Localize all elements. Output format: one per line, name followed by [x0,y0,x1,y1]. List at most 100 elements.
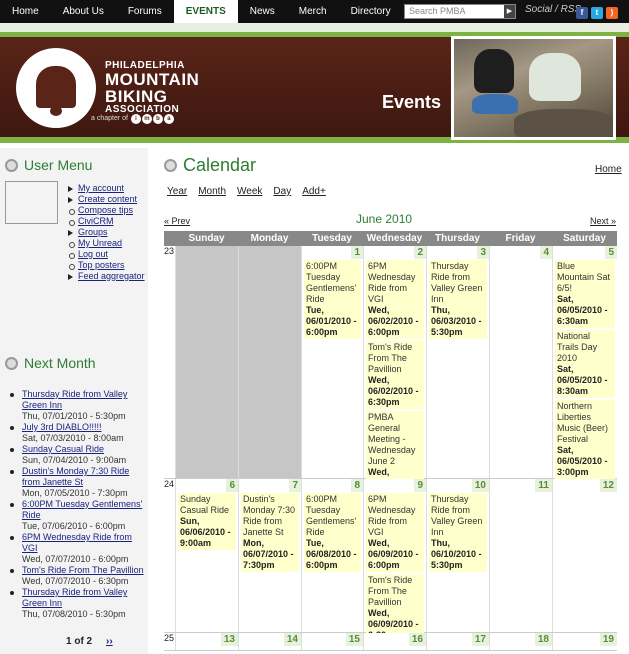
day-number[interactable]: 2 [414,246,426,259]
day-number[interactable]: 3 [477,246,489,259]
event-title[interactable]: 6PM Wednesday Ride from VGI [368,261,422,305]
calendar-event[interactable]: 6PM Wednesday Ride from VGI Wed, 06/02/20… [366,260,424,339]
user-menu-link[interactable]: Log out [78,249,108,259]
user-menu-link[interactable]: Compose tips [78,205,133,215]
event-title[interactable]: 6PM Wednesday Ride from VGI [368,494,422,538]
nav-home[interactable]: Home [0,0,51,23]
calendar-event[interactable]: Sunday Casual Ride Sun, 06/06/2010 - 9:00… [178,493,236,550]
day-cell[interactable] [238,246,301,478]
day-number[interactable]: 5 [605,246,617,259]
user-avatar-image[interactable] [5,181,58,224]
user-menu-item[interactable]: My account [68,183,146,194]
liberty-bell-logo-icon[interactable] [16,48,96,128]
user-menu-link[interactable]: My account [78,183,124,193]
view-week-link[interactable]: Week [237,186,262,197]
day-number[interactable]: 9 [414,479,426,492]
event-title[interactable]: Tom's Ride From The Pavillion [368,342,422,375]
calendar-event[interactable]: 6PM Wednesday Ride from VGI Wed, 06/09/20… [366,493,424,572]
user-menu-link[interactable]: Top posters [78,260,125,270]
user-menu-item[interactable]: Feed aggregator [68,271,146,282]
twitter-icon[interactable]: t [591,7,603,19]
event-title[interactable]: Thursday Ride from Valley Green Inn [431,494,485,538]
prev-month-link[interactable]: « Prev [164,216,190,226]
user-menu-link[interactable]: My Unread [78,238,122,248]
calendar-event[interactable]: Northern Liberties Music (Beer) Festival… [555,400,615,479]
calendar-event[interactable]: Dustin's Monday 7:30 Ride from Janette S… [241,493,299,572]
day-number[interactable]: 7 [289,479,301,492]
user-menu-item[interactable]: Groups [68,227,146,238]
add-event-link[interactable]: Add+ [302,186,326,197]
event-title[interactable]: 6:00PM Tuesday Gentlemens' Ride [306,261,359,305]
day-number[interactable]: 11 [535,479,552,492]
org-name[interactable]: PHILADELPHIA MOUNTAIN BIKING ASSOCIATION [105,61,199,115]
user-menu-item[interactable]: Top posters [68,260,146,271]
event-title[interactable]: Blue Mountain Sat 6/5! [557,261,613,294]
facebook-icon[interactable]: f [576,7,588,19]
day-number[interactable]: 1 [351,246,363,259]
view-month-link[interactable]: Month [198,186,226,197]
day-cell[interactable]: 4 [489,246,552,478]
event-title[interactable]: Tom's Ride From The Pavillion [368,575,422,608]
day-cell[interactable]: 3 Thursday Ride from Valley Green Inn Thu,… [426,246,489,478]
event-link[interactable]: Tom's Ride From The Pavillion [22,565,144,575]
day-number[interactable]: 19 [599,633,617,646]
user-menu-item[interactable]: My Unread [68,238,146,249]
day-cell[interactable]: 16 [363,633,426,650]
day-number[interactable]: 6 [226,479,238,492]
day-number[interactable]: 15 [345,633,363,646]
event-title[interactable]: Thursday Ride from Valley Green Inn [431,261,485,305]
event-link[interactable]: Thursday Ride from Valley Green Inn [22,389,127,410]
home-link[interactable]: Home [595,164,622,175]
nav-merch[interactable]: Merch [287,0,339,23]
day-cell[interactable]: 5 Blue Mountain Sat 6/5! Sat, 06/05/2010 -… [552,246,617,479]
pager-next-link[interactable]: ›› [106,636,113,647]
nav-directory[interactable]: Directory [339,0,403,23]
day-cell[interactable]: 6 Sunday Casual Ride Sun, 06/06/2010 - 9:0… [175,479,238,632]
day-cell[interactable]: 17 [426,633,489,650]
day-cell[interactable]: 18 [489,633,552,650]
event-title[interactable]: National Trails Day 2010 [557,331,613,364]
nav-about-us[interactable]: About Us [51,0,116,23]
day-cell[interactable]: 19 [552,633,617,650]
day-cell[interactable]: 10 Thursday Ride from Valley Green Inn Thu… [426,479,489,632]
day-number[interactable]: 13 [220,633,238,646]
day-cell[interactable]: 15 [301,633,363,650]
day-number[interactable]: 18 [534,633,552,646]
calendar-event[interactable]: 6:00PM Tuesday Gentlemens' Ride Tue, 06/0… [304,260,361,339]
event-title[interactable]: Sunday Casual Ride [180,494,234,516]
day-cell[interactable]: 9 6PM Wednesday Ride from VGI Wed, 06/09/2… [363,479,426,642]
day-cell[interactable]: 8 6:00PM Tuesday Gentlemens' Ride Tue, 06/… [301,479,363,632]
user-menu-item[interactable]: Compose tips [68,205,146,216]
event-link[interactable]: July 3rd DIABLO!!!!! [22,422,102,432]
event-title[interactable]: 6:00PM Tuesday Gentlemens' Ride [306,494,359,538]
calendar-event[interactable]: Tom's Ride From The Pavillion Wed, 06/09/… [366,574,424,642]
day-cell[interactable]: 1 6:00PM Tuesday Gentlemens' Ride Tue, 06/… [301,246,363,478]
search-go-button[interactable]: ▶ [504,5,515,18]
event-title[interactable]: Dustin's Monday 7:30 Ride from Janette S… [243,494,297,538]
event-link[interactable]: Dustin's Monday 7:30 Ride from Janette S… [22,466,129,487]
nav-news[interactable]: News [238,0,287,23]
user-menu-link[interactable]: Groups [78,227,108,237]
search-input[interactable]: Search PMBA [404,4,516,19]
calendar-event[interactable]: Blue Mountain Sat 6/5! Sat, 06/05/2010 - … [555,260,615,328]
event-link[interactable]: Thursday Ride from Valley Green Inn [22,587,127,608]
next-month-link[interactable]: Next » [590,216,616,226]
event-link[interactable]: 6:00PM Tuesday Gentlemens' Ride [22,499,142,520]
calendar-event[interactable]: Tom's Ride From The Pavillion Wed, 06/02/… [366,341,424,409]
event-title[interactable]: PMBA General Meeting - Wednesday June 2 [368,412,422,467]
day-number[interactable]: 14 [283,633,301,646]
user-menu-link[interactable]: CiviCRM [78,216,114,226]
day-cell[interactable]: 14 [238,633,301,650]
calendar-event[interactable]: National Trails Day 2010 Sat, 06/05/2010 … [555,330,615,398]
day-number[interactable]: 16 [408,633,426,646]
view-year-link[interactable]: Year [167,186,187,197]
day-number[interactable]: 4 [540,246,552,259]
day-number[interactable]: 10 [471,479,489,492]
day-cell[interactable]: 7 Dustin's Monday 7:30 Ride from Janette … [238,479,301,632]
user-menu-item[interactable]: Log out [68,249,146,260]
day-cell[interactable]: 11 [489,479,552,632]
rss-icon[interactable]: ) [606,7,618,19]
view-day-link[interactable]: Day [273,186,291,197]
calendar-event[interactable]: Thursday Ride from Valley Green Inn Thu, … [429,260,487,339]
user-menu-link[interactable]: Create content [78,194,137,204]
